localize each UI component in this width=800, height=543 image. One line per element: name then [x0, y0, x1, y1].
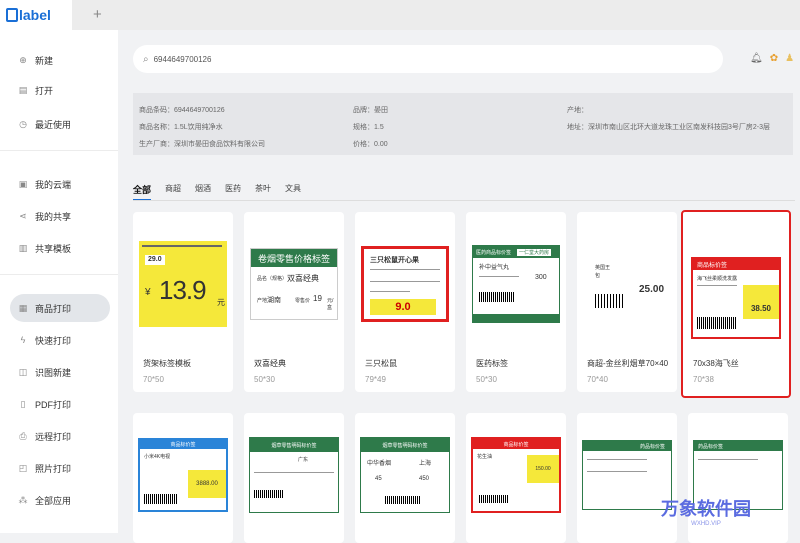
- sidebar-item-image-new[interactable]: ◫ 识图新建: [10, 358, 110, 386]
- sidebar-item-my-share[interactable]: ⋖ 我的共享: [10, 202, 110, 230]
- watermark: 万象软件园 WXHD.VIP: [612, 488, 800, 533]
- template-thumbnail: 医药商品标价签 一仁堂大药房 补中益气丸 300: [471, 222, 561, 346]
- new-file-icon: ⊕: [19, 54, 27, 65]
- watermark-url: WXHD.VIP: [691, 520, 721, 527]
- template-price: 13.9: [159, 275, 207, 305]
- bell-icon[interactable]: 🔔︎: [750, 53, 763, 64]
- tab-stationery[interactable]: 文具: [285, 183, 301, 201]
- template-thumbnail: 商品标价签 海飞丝柔顺洗发露 38.50: [691, 236, 781, 360]
- template-size: 50*30: [476, 375, 497, 384]
- template-name: 70x38海飞丝: [693, 359, 739, 368]
- sidebar: ⊕ 新建 ▤ 打开 ◷ 最近使用 ▣ 我的云端 ⋖ 我的共享 ▥ 共享模板 ▦ 商品打印 ϟ快…: [0, 30, 118, 533]
- new-tab-button[interactable]: +: [93, 6, 102, 23]
- tab-medicine[interactable]: 医药: [225, 183, 241, 201]
- product-name: 商品名称：1.5L饮用纯净水: [139, 124, 223, 131]
- template-card[interactable]: 烟草零售明码标价签 广东: [244, 413, 344, 543]
- template-card[interactable]: 商品标价签 花生油 150.00: [466, 413, 566, 543]
- product-spec: 规格：1.5: [353, 124, 384, 131]
- notice-icon[interactable]: ♟: [785, 53, 794, 64]
- template-thumbnail: 商品标价签 小米4K电视 3888.00: [138, 435, 228, 515]
- quick-print-icon: ϟ: [20, 335, 26, 345]
- sidebar-item-cloud[interactable]: ▣ 我的云端: [10, 170, 110, 198]
- top-icons: 🔔︎ ✿ ♟: [750, 53, 794, 64]
- search-icon: ⌕: [143, 53, 149, 65]
- sidebar-item-product-print[interactable]: ▦ 商品打印: [10, 294, 110, 322]
- pdf-icon: ▯: [20, 398, 26, 409]
- template-thumbnail: 烟草零售明码标价签 中华香烟 上海 45 450: [360, 435, 450, 515]
- remote-print-icon: ⎙: [19, 430, 27, 441]
- sidebar-divider: [0, 274, 118, 275]
- template-name: 三只松鼠: [365, 359, 397, 368]
- sidebar-divider: [0, 150, 118, 151]
- cloud-icon: ▣: [18, 178, 28, 189]
- product-price: 价格：0.00: [353, 141, 388, 148]
- template-size: 70*40: [587, 375, 608, 384]
- template-card[interactable]: 烟草零售明码标价签 中华香烟 上海 45 450: [355, 413, 455, 543]
- palette-icon[interactable]: ✿: [770, 53, 778, 64]
- app-logo: label: [6, 7, 51, 23]
- share-icon: ⋖: [19, 210, 27, 221]
- template-thumbnail: 卷烟零售价格标签 品名（规格） 双喜经典 产地 湖南 零售价 19 元/盒: [249, 222, 339, 346]
- sidebar-item-shared-templates[interactable]: ▥ 共享模板: [10, 234, 110, 262]
- sidebar-item-photo-print[interactable]: ◰ 照片打印: [10, 454, 110, 482]
- watermark-text: 万象软件园: [661, 498, 751, 519]
- template-card[interactable]: 商品标价签 小米4K电视 3888.00: [133, 413, 233, 543]
- template-card[interactable]: 卷烟零售价格标签 品名（规格） 双喜经典 产地 湖南 零售价 19 元/盒 双喜…: [244, 212, 344, 392]
- search-value: 6944649700126: [153, 54, 212, 64]
- product-origin: 产地：: [567, 107, 588, 114]
- template-name: 双喜经典: [254, 359, 286, 368]
- product-brand: 品牌：晏田: [353, 107, 388, 114]
- template-card[interactable]: 英国王 包 25.00 商超-金丝利烟草70×40 70*40: [577, 212, 677, 392]
- template-size: 70*50: [143, 375, 164, 384]
- title-bar: label +: [0, 0, 800, 30]
- product-info-panel: 商品条码：6944649700126 商品名称：1.5L饮用纯净水 生产厂商：深…: [133, 93, 793, 155]
- app-tab[interactable]: label: [0, 0, 72, 30]
- sidebar-item-open[interactable]: ▤ 打开: [10, 76, 110, 104]
- sidebar-item-all-apps[interactable]: ⁂ 全部应用: [10, 486, 110, 514]
- sidebar-item-quick-print[interactable]: ϟ 快速打印: [10, 326, 110, 354]
- sidebar-item-pdf-print[interactable]: ▯ PDF打印: [10, 390, 110, 418]
- template-name: 货架标签模板: [143, 359, 191, 368]
- template-name: 医药标签: [476, 359, 508, 368]
- sidebar-item-remote-print[interactable]: ⎙ 远程打印: [10, 422, 110, 450]
- image-recognize-icon: ◫: [18, 366, 28, 377]
- template-card[interactable]: 三只松鼠开心果 9.0 三只松鼠 79*49: [355, 212, 455, 392]
- tab-divider: [133, 200, 795, 201]
- template-card[interactable]: 医药商品标价签 一仁堂大药房 补中益气丸 300 医药标签 50*30: [466, 212, 566, 392]
- apps-icon: ⁂: [18, 494, 28, 505]
- template-thumbnail: 烟草零售明码标价签 广东: [249, 435, 339, 515]
- product-maker: 生产厂商：深圳市晏田食品饮料有限公司: [139, 141, 265, 148]
- template-thumbnail: 三只松鼠开心果 9.0: [360, 222, 450, 346]
- template-card-selected[interactable]: 商品标价签 海飞丝柔顺洗发露 38.50 70x38海飞丝 70*38: [681, 210, 791, 398]
- product-address: 地址：深圳市南山区北环大道龙珠工业区南发科技园3号厂房2-3层: [567, 124, 771, 131]
- tab-all[interactable]: 全部: [133, 183, 152, 201]
- search-input[interactable]: ⌕ 6944649700126: [133, 45, 723, 73]
- tab-tea[interactable]: 茶叶: [255, 183, 271, 201]
- template-icon: ▥: [18, 242, 28, 253]
- tab-supermarket[interactable]: 商超: [165, 183, 181, 201]
- clock-icon: ◷: [19, 118, 27, 129]
- product-barcode: 商品条码：6944649700126: [139, 107, 225, 114]
- photo-print-icon: ◰: [18, 462, 28, 473]
- template-thumbnail: 29.0 ¥ 13.9 元: [138, 222, 228, 346]
- sidebar-item-recent[interactable]: ◷ 最近使用: [10, 110, 110, 138]
- template-size: 50*30: [254, 375, 275, 384]
- template-thumbnail: 商品标价签 花生油 150.00: [471, 435, 561, 515]
- template-name: 商超-金丝利烟草70×40: [587, 359, 669, 368]
- template-size: 70*38: [693, 375, 714, 384]
- template-card[interactable]: 29.0 ¥ 13.9 元 货架标签模板 70*50: [133, 212, 233, 392]
- category-tabs: 全部 商超 烟酒 医药 茶叶 文具: [133, 183, 315, 201]
- template-thumbnail: 英国王 包 25.00: [582, 222, 672, 346]
- sidebar-item-new[interactable]: ⊕ 新建: [10, 46, 110, 74]
- product-print-icon: ▦: [18, 302, 28, 313]
- tab-tobacco[interactable]: 烟酒: [195, 183, 211, 201]
- template-size: 79*49: [365, 375, 386, 384]
- open-folder-icon: ▤: [18, 84, 28, 95]
